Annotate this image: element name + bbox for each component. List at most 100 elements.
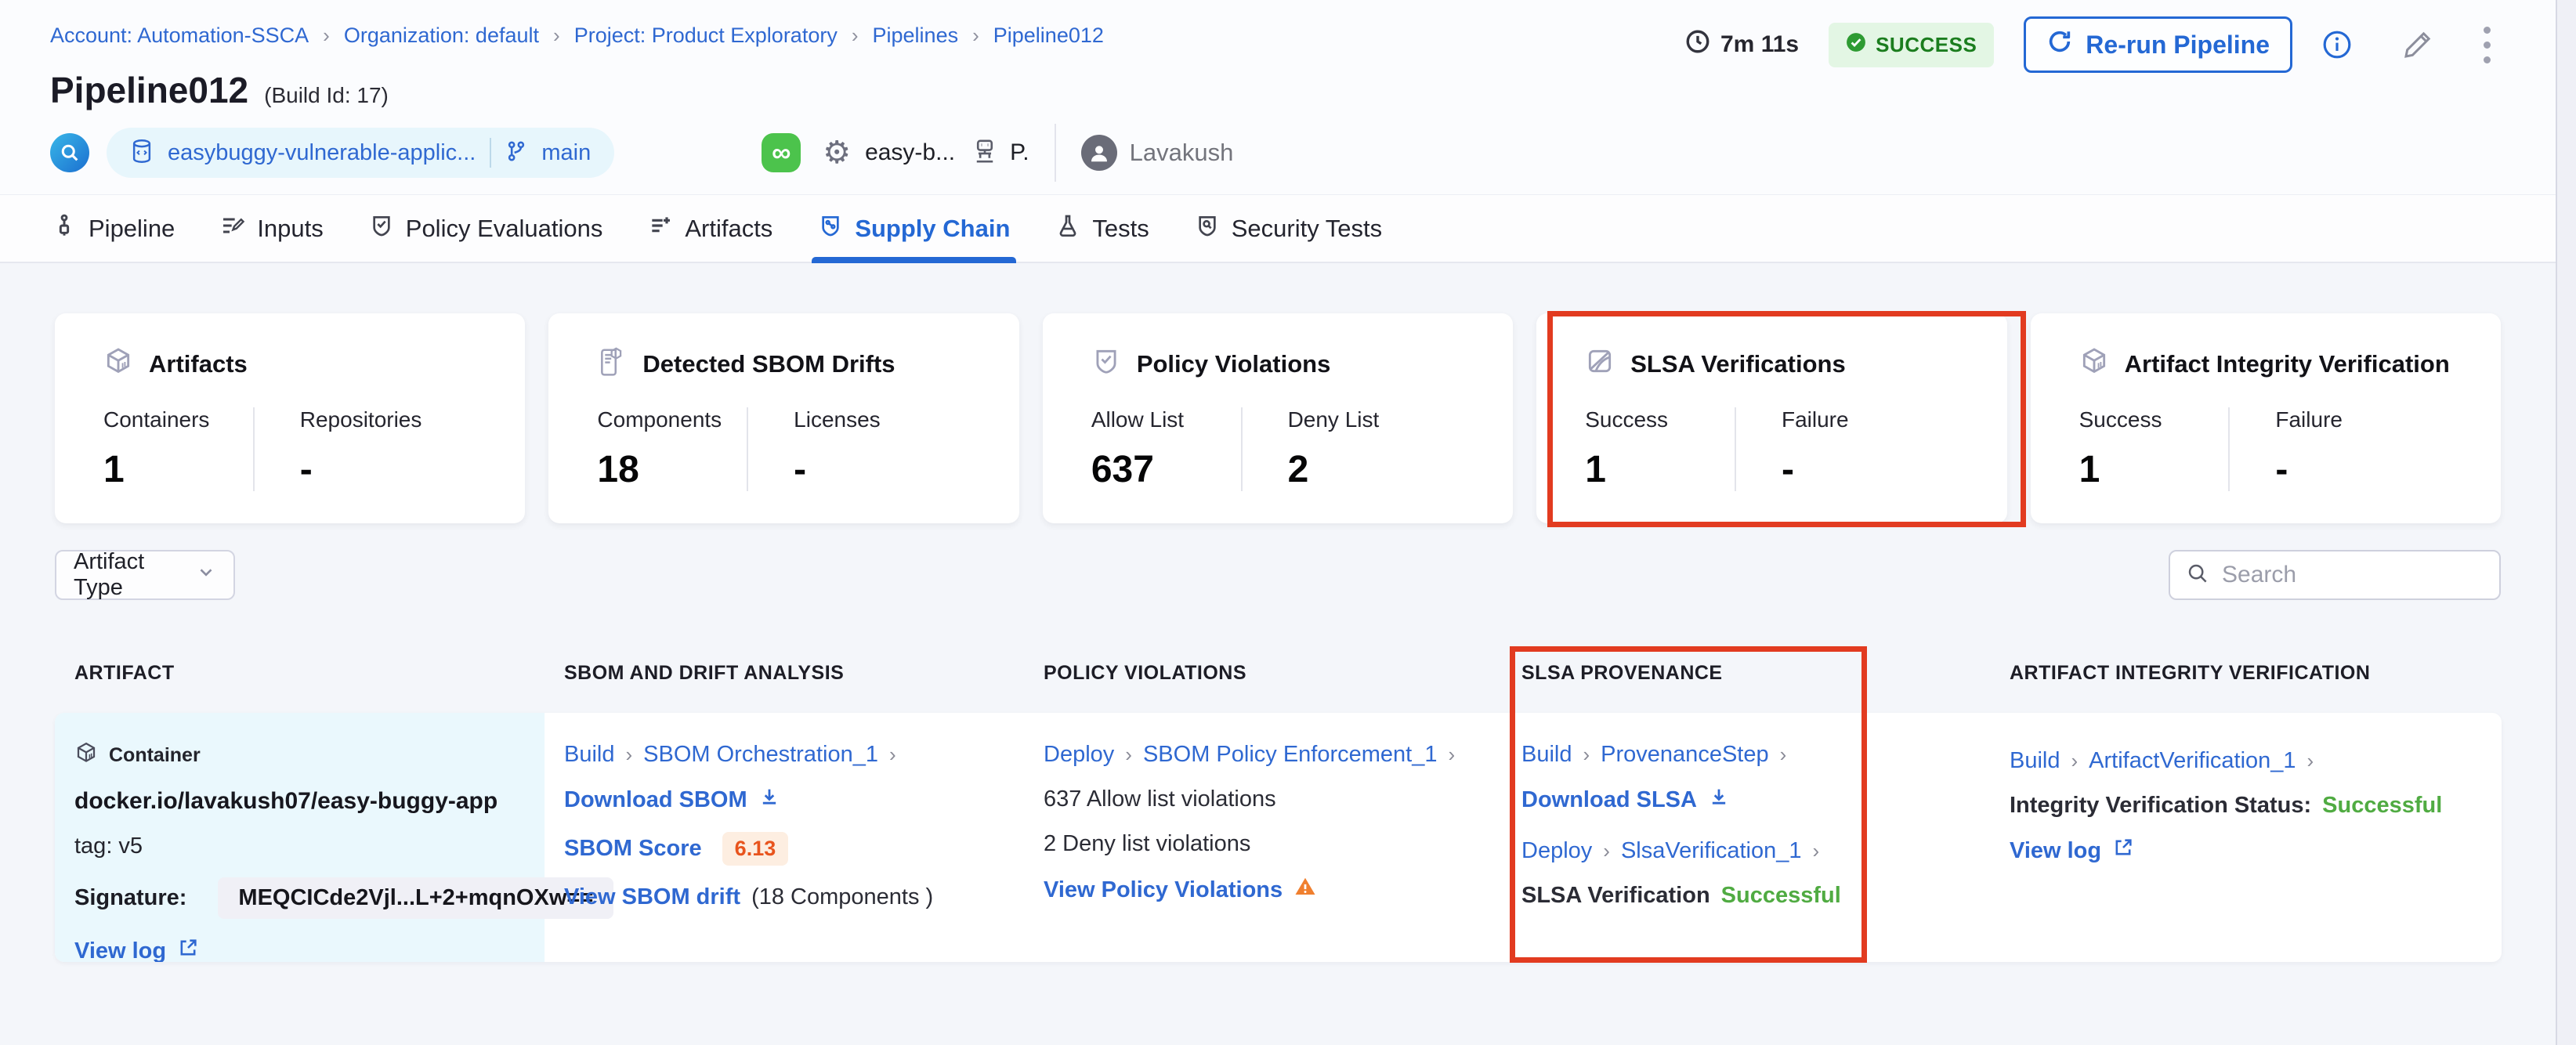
artifacts-table: ARTIFACT SBOM AND DRIFT ANALYSIS POLICY …	[55, 646, 2502, 963]
more-options-kebab-icon[interactable]	[2477, 24, 2497, 67]
branch-name[interactable]: main	[541, 140, 591, 166]
stat-value: -	[1781, 449, 1794, 490]
cube-icon	[2079, 346, 2109, 382]
sbom-score-badge: 6.13	[722, 832, 789, 866]
download-sbom-link[interactable]: Download SBOM	[564, 787, 747, 813]
rerun-pipeline-button[interactable]: Re-run Pipeline	[2024, 16, 2292, 73]
tab-pipeline[interactable]: Pipeline	[52, 195, 175, 262]
info-icon[interactable]	[2322, 30, 2352, 60]
stage-link[interactable]: Deploy	[1521, 838, 1592, 864]
search-icon	[2186, 562, 2209, 589]
table-row: Container docker.io/lavakush07/easy-bugg…	[55, 713, 2502, 962]
shield-search-icon	[1195, 213, 1220, 244]
tab-security-tests[interactable]: Security Tests	[1195, 195, 1382, 262]
stage-link[interactable]: Build	[1521, 742, 1572, 768]
view-log-link[interactable]: View log	[74, 938, 166, 963]
tab-bar: Pipeline Inputs Policy Evaluations Artif…	[0, 194, 2556, 263]
tab-supply-chain[interactable]: Supply Chain	[812, 195, 1017, 263]
chevron-down-icon	[196, 562, 216, 588]
breadcrumb: Account: Automation-SSCA Organization: d…	[50, 24, 1104, 48]
tab-inputs[interactable]: Inputs	[220, 195, 324, 262]
stat-label: Success	[2079, 407, 2162, 432]
card-artifact-integrity: Artifact Integrity Verification Success 1…	[2030, 313, 2502, 523]
tab-artifacts[interactable]: Artifacts	[648, 195, 772, 262]
artifact-image-name: docker.io/lavakush07/easy-buggy-app	[74, 788, 498, 814]
chevron-right-icon	[2071, 749, 2079, 773]
edit-pencil-icon[interactable]	[2402, 29, 2433, 60]
repo-name[interactable]: easybuggy-vulnerable-applic...	[168, 140, 476, 166]
drift-components-count: (18 Components )	[751, 884, 934, 909]
chevron-right-icon	[971, 24, 981, 48]
column-header-integrity: ARTIFACT INTEGRITY VERIFICATION	[2010, 662, 2371, 684]
tab-policy-evaluations[interactable]: Policy Evaluations	[369, 195, 602, 262]
allow-list-violations: 637 Allow list violations	[1044, 786, 1276, 812]
sbom-scroll-icon	[597, 346, 627, 382]
step-link[interactable]: ArtifactVerification_1	[2089, 748, 2296, 774]
chevron-right-icon	[626, 743, 633, 767]
artifact-cell: Container docker.io/lavakush07/easy-bugg…	[55, 713, 614, 963]
deny-list-violations: 2 Deny list violations	[1044, 830, 1251, 856]
breadcrumb-account[interactable]: Account: Automation-SSCA	[50, 24, 309, 48]
cube-icon	[103, 346, 133, 382]
breadcrumb-pipeline012[interactable]: Pipeline012	[993, 24, 1104, 48]
chevron-right-icon	[1603, 839, 1610, 863]
step-link[interactable]: SBOM Policy Enforcement_1	[1143, 742, 1438, 768]
card-slsa-verifications: SLSA Verifications Success 1 Failure -	[1536, 311, 2026, 527]
stage-link[interactable]: Build	[2010, 748, 2060, 774]
download-icon[interactable]	[1708, 786, 1730, 814]
chevron-right-icon	[889, 743, 896, 767]
stat-value: 2	[1287, 449, 1309, 490]
sbom-score-link[interactable]: SBOM Score	[564, 836, 702, 862]
column-header-sbom: SBOM AND DRIFT ANALYSIS	[564, 662, 845, 684]
integrity-status-value: Successful	[2322, 792, 2443, 818]
step-link[interactable]: SBOM Orchestration_1	[643, 742, 878, 768]
search-input[interactable]	[2222, 562, 2484, 588]
breadcrumb-pipelines[interactable]: Pipelines	[873, 24, 959, 48]
env-initial: P.	[1010, 139, 1029, 165]
artifact-type-select[interactable]: Artifact Type	[55, 549, 235, 600]
view-policy-violations-link[interactable]: View Policy Violations	[1044, 877, 1283, 903]
check-circle-icon	[1846, 32, 1866, 58]
clock-icon	[1684, 28, 1711, 61]
chevron-right-icon	[1125, 743, 1132, 767]
step-link[interactable]: SlsaVerification_1	[1621, 838, 1802, 864]
chevron-right-icon	[2307, 749, 2314, 773]
external-link-icon[interactable]	[177, 937, 199, 962]
card-policy-violations: Policy Violations Allow List 637 Deny Lis…	[1042, 313, 1514, 523]
stage-link[interactable]: Build	[564, 742, 615, 768]
chevron-right-icon	[1812, 839, 1819, 863]
search-box	[2169, 550, 2501, 600]
codebase-zoom-icon	[50, 133, 89, 172]
breadcrumb-org[interactable]: Organization: default	[344, 24, 539, 48]
artifact-tag: tag: v5	[74, 833, 143, 859]
view-sbom-drift-link[interactable]: View SBOM drift	[564, 884, 740, 910]
run-duration: 7m 11s	[1684, 28, 1799, 61]
card-sbom-drifts: Detected SBOM Drifts Components 18 Licens…	[548, 313, 1019, 523]
download-slsa-link[interactable]: Download SLSA	[1521, 787, 1697, 813]
divider	[490, 138, 492, 168]
stat-label: Deny List	[1287, 407, 1380, 432]
download-icon[interactable]	[758, 786, 780, 814]
slsa-verification-status: Successful	[1720, 882, 1841, 908]
policy-cell: Deploy SBOM Policy Enforcement_1 637 All…	[1024, 713, 1502, 962]
stat-label: Containers	[103, 407, 210, 432]
user-name: Lavakush	[1129, 139, 1234, 166]
warning-icon	[1293, 875, 1317, 905]
stage-link[interactable]: Deploy	[1044, 742, 1114, 768]
inputs-icon	[220, 213, 245, 244]
tab-tests[interactable]: Tests	[1055, 195, 1149, 262]
trigger-link-icon: ∞	[762, 133, 801, 172]
vertical-scrollbar[interactable]	[2556, 0, 2576, 1045]
step-link[interactable]: ProvenanceStep	[1601, 742, 1768, 768]
stat-label: Failure	[2275, 407, 2343, 432]
summary-cards: Artifacts Containers 1 Repositories - Dete…	[55, 311, 2502, 527]
column-header-artifact: ARTIFACT	[74, 662, 175, 684]
external-link-icon[interactable]	[2112, 837, 2134, 865]
repo-branch-pill[interactable]: easybuggy-vulnerable-applic... main	[107, 128, 615, 178]
refresh-icon	[2046, 28, 2073, 61]
view-log-link[interactable]: View log	[2010, 838, 2101, 864]
gear-icon: ⚙	[823, 136, 852, 170]
stat-value: 18	[597, 449, 639, 490]
stat-label: Failure	[1781, 407, 1849, 432]
breadcrumb-project[interactable]: Project: Product Exploratory	[574, 24, 838, 48]
